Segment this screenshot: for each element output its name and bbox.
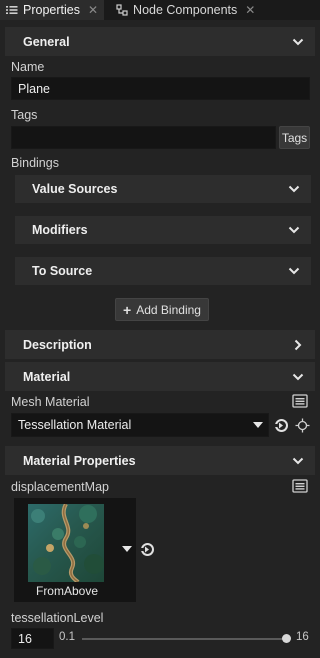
section-material-title: Material bbox=[23, 369, 71, 384]
node-components-icon bbox=[116, 4, 128, 16]
tab-node-components-label: Node Components bbox=[133, 3, 238, 17]
chevron-down-icon bbox=[287, 264, 301, 278]
modifiers-header[interactable]: Modifiers bbox=[15, 216, 311, 244]
slider-min-label: 0.1 bbox=[59, 631, 75, 643]
to-source-header[interactable]: To Source bbox=[15, 257, 311, 285]
pick-target-icon[interactable] bbox=[294, 417, 310, 433]
value-sources-title: Value Sources bbox=[32, 182, 118, 196]
texture-preview-image bbox=[28, 504, 104, 582]
chevron-down-icon bbox=[287, 182, 301, 196]
section-description-title: Description bbox=[23, 337, 92, 352]
chevron-down-icon bbox=[291, 35, 305, 49]
dropdown-arrow-icon[interactable] bbox=[121, 543, 133, 555]
section-material-properties-title: Material Properties bbox=[23, 453, 136, 468]
plus-icon: + bbox=[123, 301, 132, 318]
tags-label: Tags bbox=[11, 108, 38, 122]
tab-properties[interactable]: Properties ✕ bbox=[0, 0, 105, 20]
tags-button[interactable]: Tags bbox=[279, 126, 310, 149]
texture-name: FromAbove bbox=[35, 584, 99, 598]
tessellation-level-label: tessellationLevel bbox=[11, 611, 104, 625]
browse-asset-icon[interactable] bbox=[291, 393, 309, 409]
chevron-right-icon bbox=[291, 338, 305, 352]
name-field[interactable]: Plane bbox=[11, 77, 310, 100]
tessellation-slider-track[interactable] bbox=[82, 638, 286, 640]
tab-bar: Properties ✕ Node Components ✕ bbox=[0, 0, 320, 20]
mesh-material-value: Tessellation Material bbox=[18, 418, 132, 432]
chevron-down-icon bbox=[291, 370, 305, 384]
displacement-map-label: displacementMap bbox=[11, 480, 109, 494]
section-material-properties-header[interactable]: Material Properties bbox=[5, 446, 315, 475]
chevron-down-icon bbox=[291, 454, 305, 468]
section-general-title: General bbox=[23, 34, 70, 49]
slider-max-label: 16 bbox=[296, 631, 309, 643]
reset-icon[interactable] bbox=[273, 417, 289, 433]
dropdown-arrow-icon bbox=[253, 418, 263, 432]
chevron-down-icon bbox=[287, 223, 301, 237]
mesh-material-label: Mesh Material bbox=[11, 395, 90, 409]
add-binding-label: Add Binding bbox=[136, 302, 201, 317]
section-description-header[interactable]: Description bbox=[5, 330, 315, 359]
to-source-title: To Source bbox=[32, 264, 93, 278]
add-binding-button[interactable]: + Add Binding bbox=[115, 298, 209, 321]
tessellation-level-input[interactable]: 16 bbox=[11, 628, 54, 649]
close-icon[interactable]: ✕ bbox=[245, 3, 255, 17]
reset-icon[interactable] bbox=[139, 541, 155, 557]
bindings-label: Bindings bbox=[11, 156, 59, 170]
properties-panel: General Name Plane Tags Tags Bindings Va… bbox=[0, 20, 320, 658]
texture-thumbnail-frame[interactable]: FromAbove bbox=[14, 498, 136, 602]
close-icon[interactable]: ✕ bbox=[88, 3, 98, 17]
modifiers-title: Modifiers bbox=[32, 223, 88, 237]
browse-asset-icon[interactable] bbox=[291, 478, 309, 494]
tab-properties-label: Properties bbox=[23, 3, 80, 17]
name-label: Name bbox=[11, 60, 45, 74]
tab-node-components[interactable]: Node Components ✕ bbox=[110, 0, 261, 20]
value-sources-header[interactable]: Value Sources bbox=[15, 175, 311, 203]
tags-field[interactable] bbox=[11, 126, 276, 149]
tessellation-slider-knob[interactable] bbox=[281, 634, 291, 643]
section-material-header[interactable]: Material bbox=[5, 362, 315, 391]
mesh-material-dropdown[interactable]: Tessellation Material bbox=[11, 413, 269, 437]
list-icon bbox=[6, 4, 18, 16]
section-general-header[interactable]: General bbox=[5, 27, 315, 56]
